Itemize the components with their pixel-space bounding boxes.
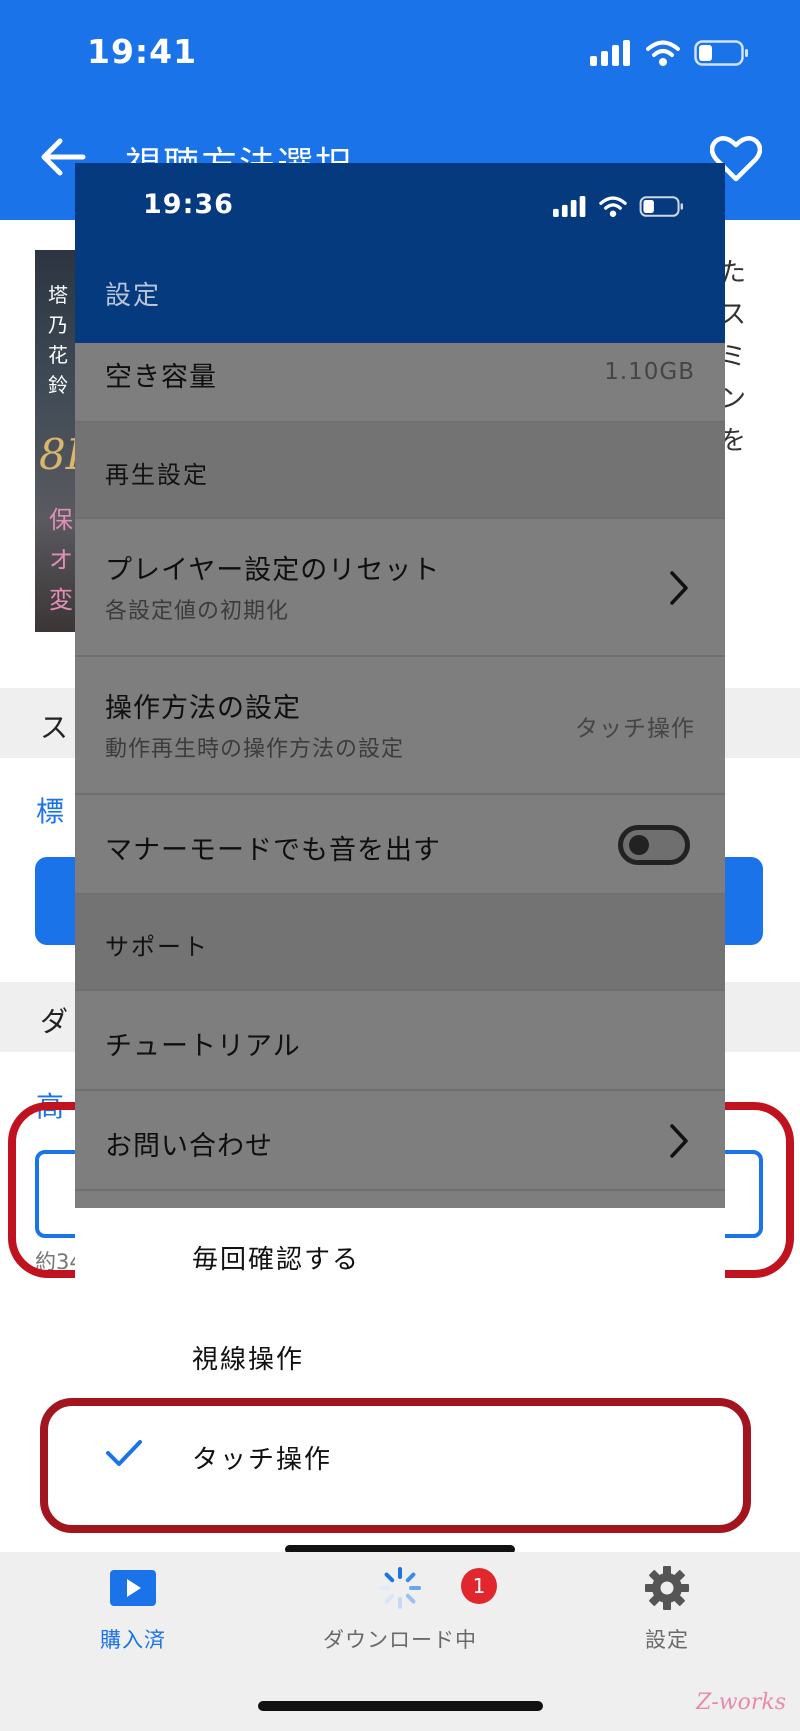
chevron-right-icon (670, 571, 688, 605)
background-link-text[interactable]: 標 (36, 790, 64, 830)
manner-mode-label: マナーモードでも音を出す (105, 835, 441, 866)
annotation-highlight-ring (40, 1398, 751, 1533)
gear-icon (645, 1566, 689, 1610)
sheet-option-label: 毎回確認する (192, 1245, 361, 1275)
home-indicator[interactable] (258, 1701, 543, 1711)
download-count-badge: 1 (461, 1568, 497, 1604)
storage-value: 1.10GB (604, 359, 695, 385)
play-icon (110, 1570, 156, 1606)
support-section-label: サポート (105, 933, 209, 961)
player-reset-label: プレイヤー設定のリセット (105, 555, 441, 586)
settings-title: 設定 (105, 281, 162, 311)
cover-vertical-text: 塔 乃 花 鈴 (48, 283, 68, 397)
control-method-label: 操作方法の設定 (105, 693, 301, 724)
player-reset-row[interactable]: プレイヤー設定のリセット 各設定値の初期化 (75, 519, 725, 657)
support-section-header: サポート (75, 895, 725, 991)
tab-label: 購入済 (100, 1628, 166, 1652)
wifi-icon (646, 40, 680, 66)
player-reset-sub: 各設定値の初期化 (105, 599, 290, 624)
contact-label: お問い合わせ (105, 1131, 273, 1162)
signal-icon (590, 40, 630, 66)
background-section-text: ス (40, 711, 69, 744)
chevron-right-icon (670, 1124, 688, 1158)
tab-downloading[interactable]: ダウンロード中 (267, 1552, 533, 1692)
watermark: Z-works (696, 1690, 786, 1715)
tutorial-row[interactable]: チュートリアル (75, 991, 725, 1091)
settings-status-time: 19:36 (143, 189, 234, 220)
battery-icon (694, 40, 748, 66)
sheet-option-label: 視線操作 (192, 1345, 305, 1375)
background-section-text-2: ダ (40, 1005, 69, 1038)
background-status-bar: 19:41 (0, 0, 800, 105)
settings-header: 19:36 設定 (75, 163, 725, 343)
wifi-icon (599, 196, 627, 217)
toggle-knob (629, 835, 649, 855)
control-method-sub: 動作再生時の操作方法の設定 (105, 737, 405, 762)
manner-mode-toggle[interactable] (618, 825, 690, 865)
settings-status-icons (553, 196, 685, 217)
tab-label: 設定 (645, 1628, 689, 1652)
sheet-option-ask-every-time[interactable]: 毎回確認する (75, 1208, 725, 1308)
playback-section-header: 再生設定 (75, 423, 725, 519)
battery-icon (639, 196, 683, 217)
background-status-time: 19:41 (87, 32, 198, 71)
tab-settings[interactable]: 設定 (534, 1552, 800, 1692)
manner-mode-row: マナーモードでも音を出す (75, 795, 725, 895)
sheet-option-gaze-control[interactable]: 視線操作 (75, 1308, 725, 1408)
cover-pink-text: 保 オ 変 (49, 506, 73, 614)
spinner-icon (379, 1567, 421, 1609)
storage-row: 空き容量 1.10GB (75, 343, 725, 423)
background-status-icons (590, 40, 750, 66)
control-method-row[interactable]: 操作方法の設定 動作再生時の操作方法の設定 タッチ操作 (75, 657, 725, 795)
tutorial-label: チュートリアル (105, 1031, 301, 1062)
signal-icon (553, 196, 586, 217)
settings-screenshot-overlay: 19:36 設定 空き容量 1.10GB 再生設定 プレイヤー設定のリセット 各… (75, 163, 725, 1510)
playback-section-label: 再生設定 (105, 461, 209, 489)
tab-label: ダウンロード中 (323, 1628, 477, 1652)
tab-purchased[interactable]: 購入済 (0, 1552, 266, 1692)
storage-label: 空き容量 (105, 362, 217, 393)
control-method-value: タッチ操作 (575, 716, 695, 742)
contact-row[interactable]: お問い合わせ (75, 1091, 725, 1191)
